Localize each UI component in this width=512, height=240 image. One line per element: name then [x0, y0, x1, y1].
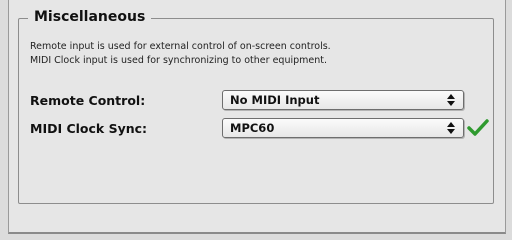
description-line: Remote input is used for external contro…: [30, 41, 331, 52]
description-line: MIDI Clock input is used for synchronizi…: [30, 55, 327, 66]
midi-clock-sync-select[interactable]: MPC60: [222, 118, 464, 138]
section-title: Miscellaneous: [28, 9, 152, 25]
updown-arrows-icon: [447, 122, 455, 134]
midi-clock-sync-label: MIDI Clock Sync:: [30, 121, 148, 136]
updown-arrows-icon: [447, 94, 455, 106]
midi-clock-sync-value: MPC60: [230, 121, 275, 135]
checkmark-icon: [467, 119, 489, 136]
remote-control-value: No MIDI Input: [230, 93, 320, 107]
remote-control-select[interactable]: No MIDI Input: [222, 90, 464, 110]
remote-control-label: Remote Control:: [30, 93, 146, 108]
section-description: Remote input is used for external contro…: [30, 40, 470, 68]
